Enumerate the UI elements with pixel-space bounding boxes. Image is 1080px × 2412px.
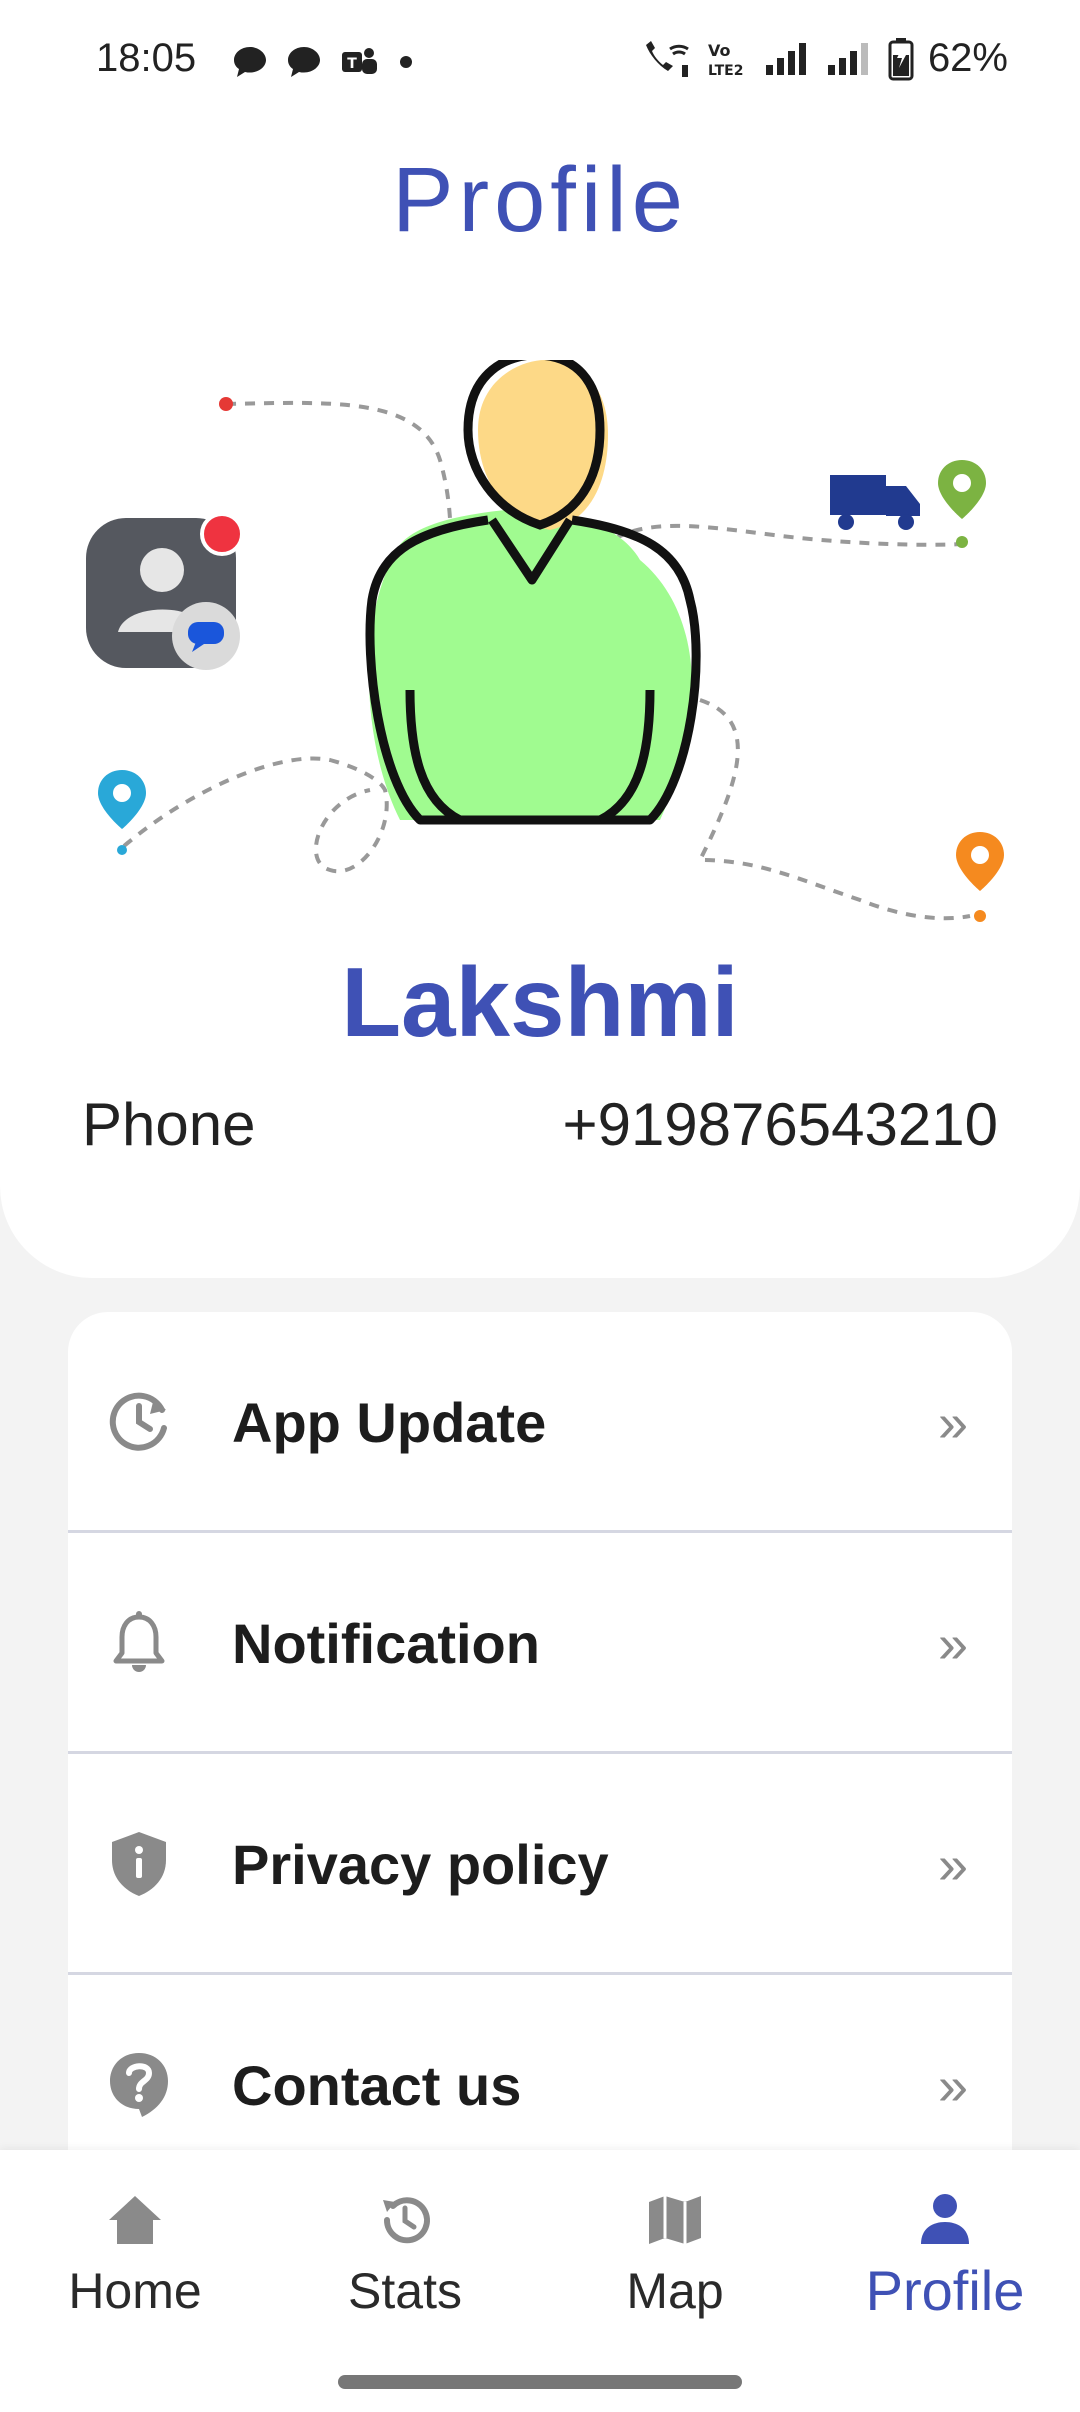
volte-icon: Vo LTE2 [708,41,743,79]
signal-icon [765,42,806,75]
user-name: Lakshmi [341,947,739,1057]
wifi-call-icon [645,40,689,77]
profile-illustration [86,360,1004,922]
svg-text:T: T [347,56,357,72]
chevron-right-icon: » [937,1614,968,1674]
menu-item-app-update[interactable]: App Update » [68,1312,1012,1533]
nav-label: Map [626,2263,724,2319]
map-icon [649,2196,701,2244]
dot-icon [400,56,412,68]
shield-icon [112,1832,166,1896]
route-dot [219,397,233,411]
chevron-right-icon: » [937,1393,968,1453]
menu-item-label: App Update [232,1391,547,1454]
battery-percent: 62% [927,36,1008,80]
phone-value: +919876543210 [562,1091,998,1158]
menu-item-privacy-policy[interactable]: Privacy policy » [68,1754,1012,1975]
chevron-right-icon: » [937,1835,968,1895]
nav-item-stats[interactable]: Stats [270,2190,540,2350]
location-pin-icon [938,460,986,548]
route-line [122,756,389,874]
svg-text:LTE2: LTE2 [708,63,743,79]
truck-icon [830,475,920,530]
nav-label: Stats [348,2263,462,2319]
location-pin-icon [98,770,146,855]
settings-menu: App Update » Notification » Privacy poli… [68,1312,1012,2172]
phone-label: Phone [82,1091,256,1158]
home-icon [109,2196,161,2244]
location-pin-icon [956,832,1004,922]
person-icon [921,2194,969,2244]
notification-icons: T [232,44,414,80]
chat-bubble-icon [234,47,266,77]
menu-item-label: Privacy policy [232,1833,609,1896]
svg-text:Vo: Vo [708,41,731,60]
system-icons: Vo LTE2 62% [640,36,1008,81]
nav-item-home[interactable]: Home [0,2190,270,2350]
status-bar: 18:05 T Vo LTE2 62% [0,0,1080,124]
update-clock-icon [109,1392,167,1451]
menu-item-label: Contact us [232,2054,522,2117]
page-title: Profile [392,149,688,251]
menu-item-notification[interactable]: Notification » [68,1533,1012,1754]
home-indicator[interactable] [338,2375,742,2389]
battery-icon [888,37,914,80]
nav-label: Home [68,2263,202,2319]
bottom-navigation: Home Stats Map Profile [0,2150,1080,2412]
route-line [696,698,971,921]
bell-icon [113,1611,165,1672]
menu-item-contact-us[interactable]: Contact us » [68,1975,1012,2172]
nav-label: Profile [865,2259,1025,2322]
nav-item-map[interactable]: Map [540,2190,810,2350]
contact-badge-icon [86,512,244,670]
chat-bubble-icon [288,47,320,77]
signal-icon [827,42,868,75]
status-time: 18:05 [96,36,197,80]
help-icon [110,2053,168,2117]
history-icon [383,2197,430,2244]
chevron-right-icon: » [937,2056,968,2116]
teams-icon: T [342,48,377,74]
nav-item-profile[interactable]: Profile [810,2190,1080,2350]
menu-item-label: Notification [232,1612,540,1675]
